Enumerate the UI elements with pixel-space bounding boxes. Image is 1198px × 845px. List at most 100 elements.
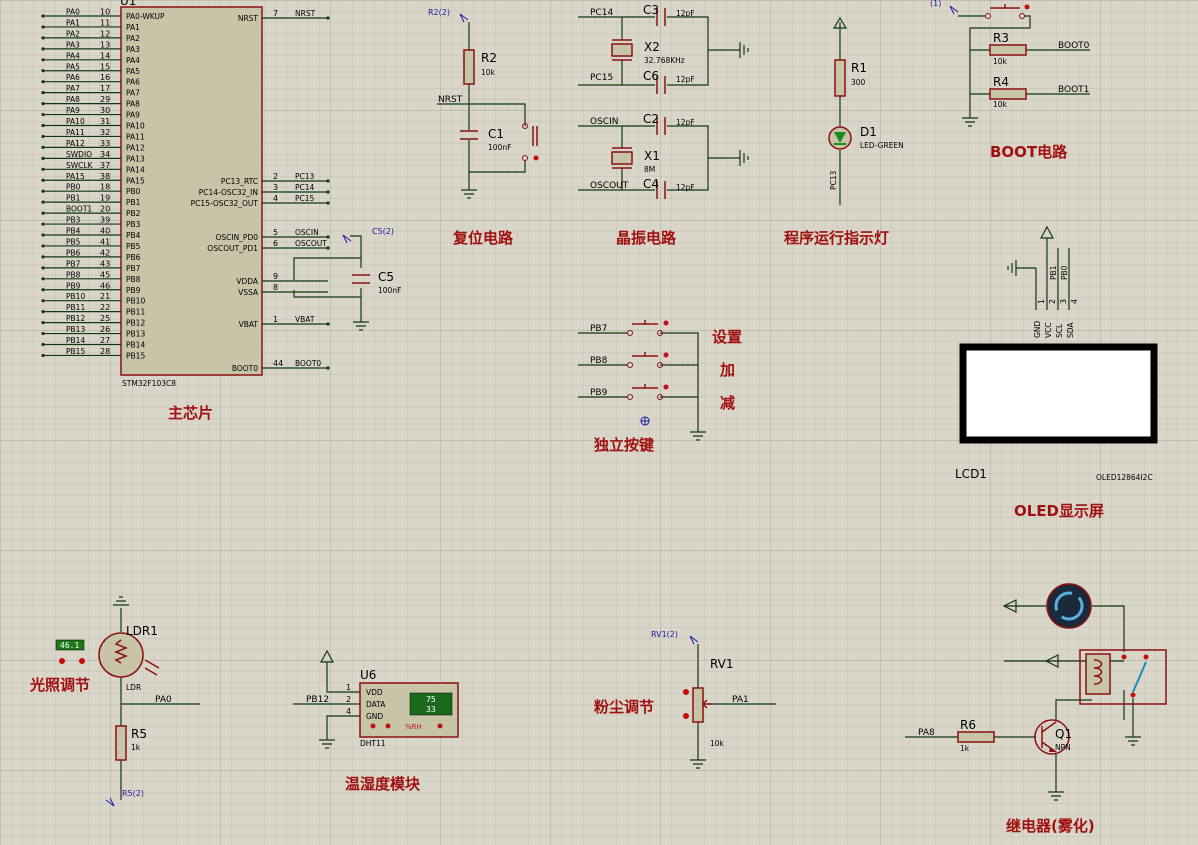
c3-ref: C3 xyxy=(643,3,659,17)
left-pin-number: 14 xyxy=(100,51,110,60)
r1-resistor[interactable] xyxy=(834,59,846,97)
rv1-potentiometer[interactable] xyxy=(692,687,704,723)
left-pin-name: PB9 xyxy=(126,286,141,295)
left-pin-net: PA5 xyxy=(66,62,80,71)
left-pin-number: 28 xyxy=(100,347,110,356)
right-pin-number: 7 xyxy=(273,9,278,18)
right-pin-number: 8 xyxy=(273,283,278,292)
ldr-sensor[interactable] xyxy=(98,632,144,678)
c5-terminal: C5(2) xyxy=(372,227,394,236)
x2-crystal[interactable] xyxy=(611,43,633,57)
left-pin-number: 18 xyxy=(100,183,110,192)
pin-dot xyxy=(41,277,45,281)
left-pin-name: PA8 xyxy=(126,100,140,109)
left-pin-name: PA10 xyxy=(126,122,145,131)
left-pin-number: 22 xyxy=(100,303,110,312)
pin-dot xyxy=(41,321,45,325)
left-pin-name: PA11 xyxy=(126,132,145,141)
oled-pin-gnd: GND xyxy=(1033,321,1042,338)
oled-screen[interactable] xyxy=(959,343,1158,444)
x1-crystal[interactable] xyxy=(611,151,633,165)
left-pin-name: PA0-WKUP xyxy=(126,12,165,21)
right-pin-net: OSCIN xyxy=(295,228,319,237)
left-pin-number: 15 xyxy=(100,62,110,71)
pin-dot xyxy=(41,244,45,248)
right-pin-net: PC14 xyxy=(295,183,315,192)
right-pin-net: OSCOUT xyxy=(295,239,327,248)
left-pin-net: PA1 xyxy=(66,18,80,27)
ldr-type: LDR xyxy=(126,683,141,692)
pin-dot xyxy=(41,102,45,106)
oled-pin-vcc: VCC xyxy=(1044,322,1053,338)
rv1-ref: RV1 xyxy=(710,657,734,671)
pin-dot xyxy=(41,156,45,160)
key-label-sub: 减 xyxy=(720,394,735,412)
left-pin-name: PB13 xyxy=(126,330,145,339)
right-pin-number: 44 xyxy=(273,359,283,368)
left-pin-net: PA3 xyxy=(66,40,80,49)
dht11-temp: 75 xyxy=(426,695,436,704)
pin-dot xyxy=(41,178,45,182)
oled-ref: LCD1 xyxy=(955,467,987,481)
q1-type: NPN xyxy=(1055,743,1071,752)
pin-dot xyxy=(41,288,45,292)
r2-value: 10k xyxy=(481,68,496,77)
pin-dot xyxy=(41,25,45,29)
left-pin-number: 38 xyxy=(100,172,110,181)
x2-ref: X2 xyxy=(644,40,660,54)
relay-title: 继电器(雾化) xyxy=(1006,817,1095,835)
rv1-value: 10k xyxy=(710,739,725,748)
left-pin-name: PB15 xyxy=(126,351,145,360)
left-pin-net: PB11 xyxy=(66,303,85,312)
left-pin-net: PB6 xyxy=(66,248,81,257)
left-pin-number: 25 xyxy=(100,314,110,323)
right-pin-number: 2 xyxy=(273,172,278,181)
key-label-set: 设置 xyxy=(712,328,742,346)
r3-resistor[interactable] xyxy=(989,44,1027,56)
left-pin-number: 27 xyxy=(100,336,110,345)
schematic-canvas[interactable]: U1 PA0 10 PA0-WKUPPA1 11 PA1PA2 12 PA2PA3 13 PA3… xyxy=(0,0,1198,845)
right-pin-name: VDDA xyxy=(236,277,259,286)
dht11-pin-num-4: 4 xyxy=(346,707,351,716)
r6-resistor[interactable] xyxy=(957,731,995,743)
left-pin-net: PA8 xyxy=(66,95,80,104)
right-pin-net: PC13 xyxy=(295,172,315,181)
atomizer-fan-icon[interactable] xyxy=(1046,583,1092,629)
left-pin-net: PA0 xyxy=(66,8,80,17)
led-title: 程序运行指示灯 xyxy=(784,229,889,247)
left-pin-net: PA11 xyxy=(66,128,85,137)
right-pin-number: 6 xyxy=(273,239,278,248)
chip-title: 主芯片 xyxy=(168,404,213,422)
c2-ref: C2 xyxy=(643,112,659,126)
c5-value: 100nF xyxy=(378,286,401,295)
r4-resistor[interactable] xyxy=(989,88,1027,100)
chip-part: STM32F103C8 xyxy=(122,379,176,388)
r2-resistor[interactable] xyxy=(463,49,475,85)
dht11-title: 温湿度模块 xyxy=(345,775,421,793)
ldr-ref: LDR1 xyxy=(126,624,158,638)
left-pin-name: PA9 xyxy=(126,111,140,120)
left-pin-name: PB11 xyxy=(126,308,145,317)
pin-dot xyxy=(41,167,45,171)
key-net-1: PB7 xyxy=(590,324,607,334)
dht11-net: PB12 xyxy=(306,695,329,705)
left-pin-number: 40 xyxy=(100,227,110,236)
left-pin-name: PA14 xyxy=(126,165,145,174)
left-pin-name: PA2 xyxy=(126,34,140,43)
right-pin-number: 4 xyxy=(273,194,278,203)
pin-dot xyxy=(41,123,45,128)
left-pin-number: 34 xyxy=(100,150,110,159)
r6-value: 1k xyxy=(960,744,970,753)
left-pin-net: PB5 xyxy=(66,237,81,246)
oled-pin-num-3: 3 xyxy=(1059,299,1068,304)
left-pin-name: PB8 xyxy=(126,275,141,284)
r5-resistor[interactable] xyxy=(115,725,127,761)
pin-dot xyxy=(326,246,330,250)
pin-dot xyxy=(41,58,45,62)
dht11-pin-num-1: 1 xyxy=(346,683,351,692)
left-pin-number: 46 xyxy=(100,281,110,290)
left-pin-number: 19 xyxy=(100,194,110,203)
left-pin-name: PB1 xyxy=(126,198,141,207)
pc15-net: PC15 xyxy=(590,73,613,83)
left-pin-name: PA15 xyxy=(126,176,145,185)
